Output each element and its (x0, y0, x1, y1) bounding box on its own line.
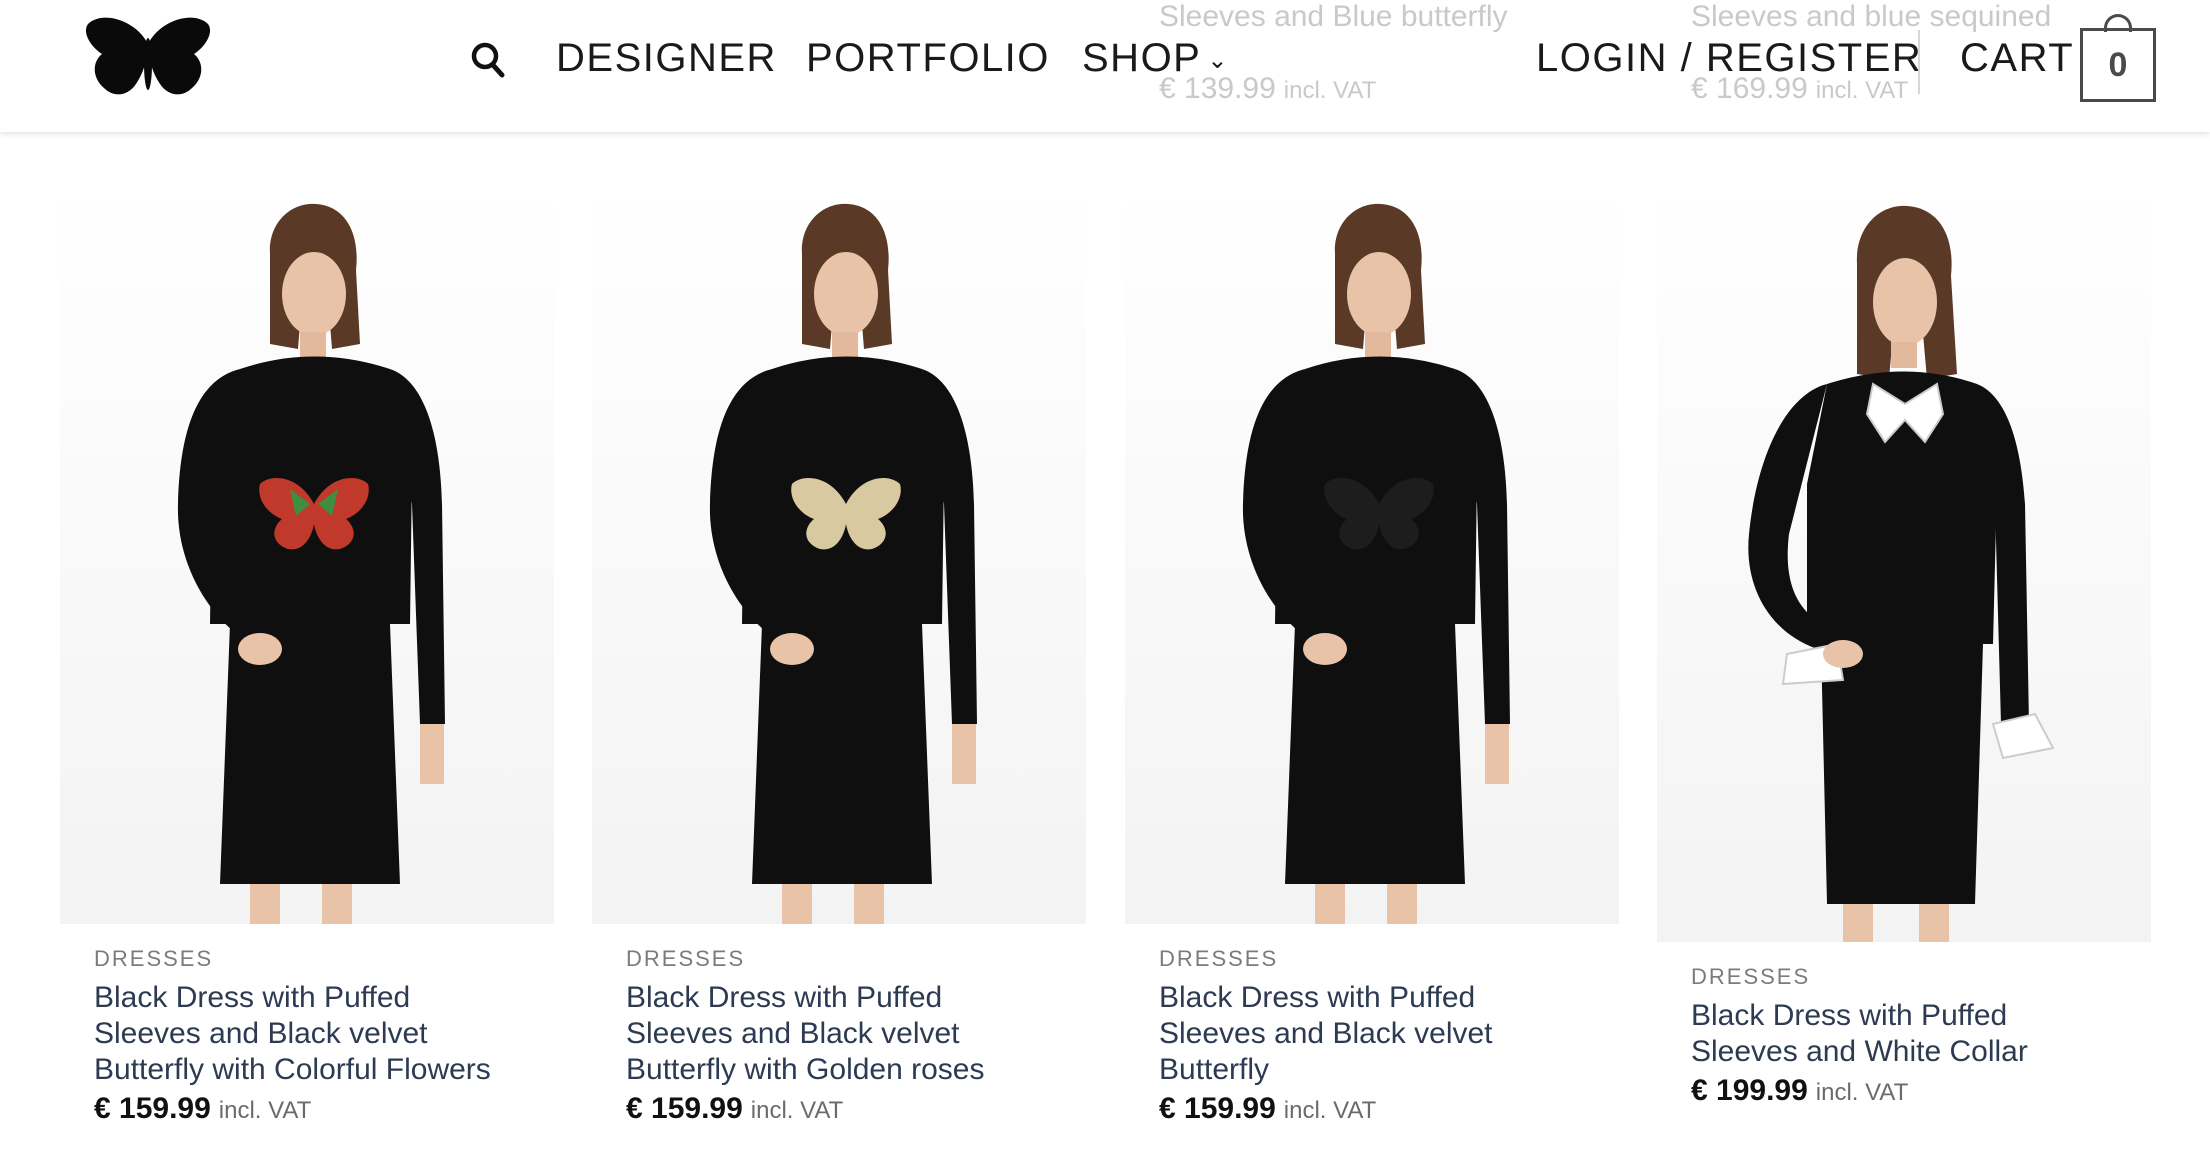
chevron-down-icon: ⌄ (1207, 46, 1229, 74)
product-card[interactable]: DRESSES Black Dress with Puffed Sleeves … (60, 184, 554, 1126)
product-price: € 159.99 incl. VAT (1159, 1092, 1619, 1126)
product-category[interactable]: DRESSES (1691, 964, 2151, 990)
product-title[interactable]: Black Dress with Puffed Sleeves and Whit… (1691, 998, 2091, 1070)
product-title[interactable]: Black Dress with Puffed Sleeves and Blac… (94, 980, 494, 1088)
nav-portfolio[interactable]: PORTFOLIO (806, 36, 1050, 81)
product-image[interactable] (592, 184, 1086, 924)
price-vat-note: incl. VAT (218, 1097, 312, 1124)
header-divider (1918, 30, 1920, 94)
prev-price-vat: incl. VAT (1815, 77, 1909, 104)
product-image[interactable] (1125, 184, 1619, 924)
price-value: € 199.99 (1691, 1074, 1808, 1107)
product-image[interactable] (1657, 184, 2151, 942)
prev-price-vat: incl. VAT (1283, 77, 1377, 104)
model-photo (709, 203, 977, 924)
product-price: € 159.99 incl. VAT (94, 1092, 554, 1126)
product-category[interactable]: DRESSES (1159, 946, 1619, 972)
price-value: € 159.99 (626, 1092, 743, 1125)
butterfly-logo-icon[interactable] (84, 14, 212, 106)
product-title[interactable]: Black Dress with Puffed Sleeves and Blac… (626, 980, 1026, 1088)
price-value: € 159.99 (94, 1092, 211, 1125)
model-photo (1242, 203, 1510, 924)
price-vat-note: incl. VAT (1815, 1079, 1909, 1106)
price-vat-note: incl. VAT (750, 1097, 844, 1124)
product-image[interactable] (60, 184, 554, 924)
product-card[interactable]: DRESSES Black Dress with Puffed Sleeves … (592, 184, 1086, 1126)
product-card[interactable]: DRESSES Black Dress with Puffed Sleeves … (1125, 184, 1619, 1126)
model-photo (1748, 205, 2055, 942)
cart-link[interactable]: CART (1960, 36, 2074, 81)
product-category[interactable]: DRESSES (94, 946, 554, 972)
product-price: € 159.99 incl. VAT (626, 1092, 1086, 1126)
prev-product-price: € 169.99 incl. VAT (1691, 72, 1908, 106)
prev-price-value: € 169.99 (1691, 72, 1808, 105)
price-vat-note: incl. VAT (1283, 1097, 1377, 1124)
cart-count-badge[interactable]: 0 (2080, 28, 2156, 102)
search-icon[interactable] (470, 40, 506, 80)
product-price: € 199.99 incl. VAT (1691, 1074, 2151, 1108)
product-title[interactable]: Black Dress with Puffed Sleeves and Blac… (1159, 980, 1559, 1088)
nav-designer[interactable]: DESIGNER (556, 36, 777, 81)
prev-price-value: € 139.99 (1159, 72, 1276, 105)
product-category[interactable]: DRESSES (626, 946, 1086, 972)
model-photo (177, 203, 445, 924)
prev-product-price: € 139.99 incl. VAT (1159, 72, 1376, 106)
prev-product-title-fragment: Sleeves and blue sequined (1691, 0, 2052, 33)
product-card[interactable]: DRESSES Black Dress with Puffed Sleeves … (1657, 184, 2151, 1108)
price-value: € 159.99 (1159, 1092, 1276, 1125)
prev-product-title-fragment: Sleeves and Blue butterfly (1159, 0, 1508, 33)
